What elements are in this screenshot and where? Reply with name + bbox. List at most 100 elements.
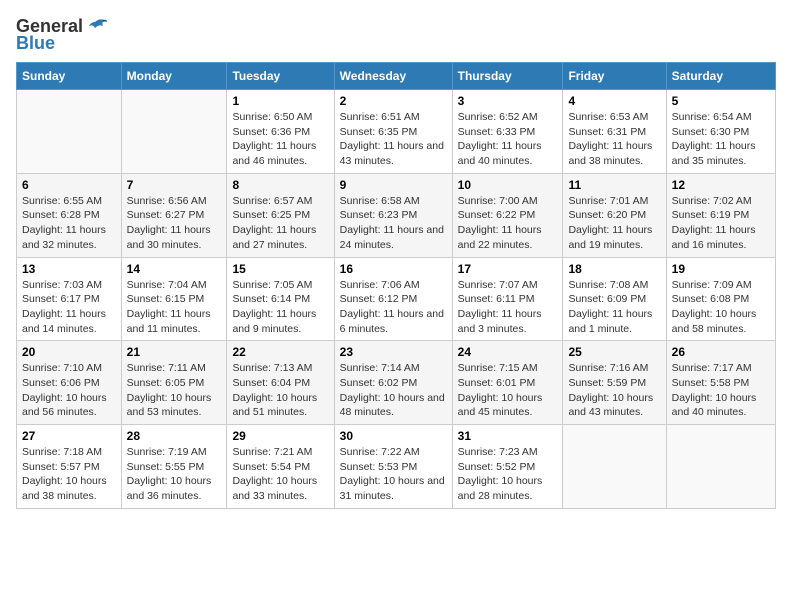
calendar-cell: 23Sunrise: 7:14 AMSunset: 6:02 PMDayligh… xyxy=(334,341,452,425)
day-number: 22 xyxy=(232,345,328,359)
day-info: Sunrise: 7:00 AMSunset: 6:22 PMDaylight:… xyxy=(458,194,558,253)
day-number: 23 xyxy=(340,345,447,359)
calendar-cell: 19Sunrise: 7:09 AMSunset: 6:08 PMDayligh… xyxy=(666,257,775,341)
day-info: Sunrise: 7:08 AMSunset: 6:09 PMDaylight:… xyxy=(568,278,660,337)
day-info: Sunrise: 6:51 AMSunset: 6:35 PMDaylight:… xyxy=(340,110,447,169)
day-number: 30 xyxy=(340,429,447,443)
calendar-cell: 7Sunrise: 6:56 AMSunset: 6:27 PMDaylight… xyxy=(121,173,227,257)
day-info: Sunrise: 6:52 AMSunset: 6:33 PMDaylight:… xyxy=(458,110,558,169)
day-number: 8 xyxy=(232,178,328,192)
day-number: 29 xyxy=(232,429,328,443)
calendar-cell: 3 Sunrise: 6:52 AMSunset: 6:33 PMDaylight… xyxy=(452,90,563,174)
day-number: 11 xyxy=(568,178,660,192)
calendar-cell: 22 Sunrise: 7:13 AMSunset: 6:04 PMDayligh… xyxy=(227,341,334,425)
day-number: 16 xyxy=(340,262,447,276)
calendar-cell: 24 Sunrise: 7:15 AMSunset: 6:01 PMDayligh… xyxy=(452,341,563,425)
day-info: Sunrise: 6:53 AMSunset: 6:31 PMDaylight:… xyxy=(568,110,660,169)
day-info: Sunrise: 7:13 AMSunset: 6:04 PMDaylight:… xyxy=(232,361,328,420)
header-wednesday: Wednesday xyxy=(334,63,452,90)
calendar-cell: 29 Sunrise: 7:21 AMSunset: 5:54 PMDayligh… xyxy=(227,425,334,509)
day-info: Sunrise: 7:16 AMSunset: 5:59 PMDaylight:… xyxy=(568,361,660,420)
day-number: 3 xyxy=(458,94,558,108)
day-info: Sunrise: 7:10 AMSunset: 6:06 PMDaylight:… xyxy=(22,361,116,420)
calendar-week-1: 1 Sunrise: 6:50 AMSunset: 6:36 PMDaylight… xyxy=(17,90,776,174)
day-number: 20 xyxy=(22,345,116,359)
calendar-week-5: 27Sunrise: 7:18 AMSunset: 5:57 PMDayligh… xyxy=(17,425,776,509)
header-saturday: Saturday xyxy=(666,63,775,90)
day-number: 4 xyxy=(568,94,660,108)
calendar-cell: 25 Sunrise: 7:16 AMSunset: 5:59 PMDayligh… xyxy=(563,341,666,425)
calendar-cell: 1 Sunrise: 6:50 AMSunset: 6:36 PMDaylight… xyxy=(227,90,334,174)
calendar-cell: 14Sunrise: 7:04 AMSunset: 6:15 PMDayligh… xyxy=(121,257,227,341)
day-number: 15 xyxy=(232,262,328,276)
calendar-cell: 9 Sunrise: 6:58 AMSunset: 6:23 PMDaylight… xyxy=(334,173,452,257)
calendar-table: SundayMondayTuesdayWednesdayThursdayFrid… xyxy=(16,62,776,509)
header-monday: Monday xyxy=(121,63,227,90)
calendar-cell: 26 Sunrise: 7:17 AMSunset: 5:58 PMDayligh… xyxy=(666,341,775,425)
calendar-cell: 15 Sunrise: 7:05 AMSunset: 6:14 PMDayligh… xyxy=(227,257,334,341)
day-number: 9 xyxy=(340,178,447,192)
calendar-cell: 11 Sunrise: 7:01 AMSunset: 6:20 PMDayligh… xyxy=(563,173,666,257)
day-info: Sunrise: 7:22 AMSunset: 5:53 PMDaylight:… xyxy=(340,445,447,504)
day-info: Sunrise: 6:57 AMSunset: 6:25 PMDaylight:… xyxy=(232,194,328,253)
calendar-cell xyxy=(666,425,775,509)
day-number: 24 xyxy=(458,345,558,359)
calendar-week-2: 6 Sunrise: 6:55 AMSunset: 6:28 PMDaylight… xyxy=(17,173,776,257)
calendar-cell: 2 Sunrise: 6:51 AMSunset: 6:35 PMDaylight… xyxy=(334,90,452,174)
day-number: 19 xyxy=(672,262,770,276)
header-sunday: Sunday xyxy=(17,63,122,90)
day-info: Sunrise: 7:19 AMSunset: 5:55 PMDaylight:… xyxy=(127,445,222,504)
header-tuesday: Tuesday xyxy=(227,63,334,90)
logo: General Blue xyxy=(16,16,107,54)
calendar-cell: 17 Sunrise: 7:07 AMSunset: 6:11 PMDayligh… xyxy=(452,257,563,341)
header-thursday: Thursday xyxy=(452,63,563,90)
day-info: Sunrise: 7:15 AMSunset: 6:01 PMDaylight:… xyxy=(458,361,558,420)
day-info: Sunrise: 7:17 AMSunset: 5:58 PMDaylight:… xyxy=(672,361,770,420)
day-number: 12 xyxy=(672,178,770,192)
day-number: 21 xyxy=(127,345,222,359)
day-number: 17 xyxy=(458,262,558,276)
day-info: Sunrise: 7:02 AMSunset: 6:19 PMDaylight:… xyxy=(672,194,770,253)
calendar-week-4: 20 Sunrise: 7:10 AMSunset: 6:06 PMDayligh… xyxy=(17,341,776,425)
calendar-cell: 28 Sunrise: 7:19 AMSunset: 5:55 PMDayligh… xyxy=(121,425,227,509)
day-number: 10 xyxy=(458,178,558,192)
day-number: 1 xyxy=(232,94,328,108)
day-number: 18 xyxy=(568,262,660,276)
calendar-header-row: SundayMondayTuesdayWednesdayThursdayFrid… xyxy=(17,63,776,90)
logo-blue: Blue xyxy=(16,33,55,54)
day-info: Sunrise: 6:50 AMSunset: 6:36 PMDaylight:… xyxy=(232,110,328,169)
calendar-cell: 16Sunrise: 7:06 AMSunset: 6:12 PMDayligh… xyxy=(334,257,452,341)
calendar-cell xyxy=(563,425,666,509)
day-number: 27 xyxy=(22,429,116,443)
day-info: Sunrise: 7:21 AMSunset: 5:54 PMDaylight:… xyxy=(232,445,328,504)
day-number: 5 xyxy=(672,94,770,108)
day-info: Sunrise: 6:55 AMSunset: 6:28 PMDaylight:… xyxy=(22,194,116,253)
calendar-week-3: 13Sunrise: 7:03 AMSunset: 6:17 PMDayligh… xyxy=(17,257,776,341)
logo-bird-icon xyxy=(85,18,107,36)
header-friday: Friday xyxy=(563,63,666,90)
calendar-cell: 20 Sunrise: 7:10 AMSunset: 6:06 PMDayligh… xyxy=(17,341,122,425)
day-number: 31 xyxy=(458,429,558,443)
day-info: Sunrise: 7:05 AMSunset: 6:14 PMDaylight:… xyxy=(232,278,328,337)
day-info: Sunrise: 7:07 AMSunset: 6:11 PMDaylight:… xyxy=(458,278,558,337)
day-number: 28 xyxy=(127,429,222,443)
calendar-cell: 10 Sunrise: 7:00 AMSunset: 6:22 PMDayligh… xyxy=(452,173,563,257)
calendar-cell: 6 Sunrise: 6:55 AMSunset: 6:28 PMDaylight… xyxy=(17,173,122,257)
calendar-cell: 12 Sunrise: 7:02 AMSunset: 6:19 PMDayligh… xyxy=(666,173,775,257)
day-number: 2 xyxy=(340,94,447,108)
day-number: 6 xyxy=(22,178,116,192)
day-info: Sunrise: 6:58 AMSunset: 6:23 PMDaylight:… xyxy=(340,194,447,253)
day-info: Sunrise: 7:01 AMSunset: 6:20 PMDaylight:… xyxy=(568,194,660,253)
calendar-cell: 8 Sunrise: 6:57 AMSunset: 6:25 PMDaylight… xyxy=(227,173,334,257)
day-info: Sunrise: 7:11 AMSunset: 6:05 PMDaylight:… xyxy=(127,361,222,420)
calendar-cell: 27Sunrise: 7:18 AMSunset: 5:57 PMDayligh… xyxy=(17,425,122,509)
day-number: 26 xyxy=(672,345,770,359)
day-number: 25 xyxy=(568,345,660,359)
calendar-cell: 18 Sunrise: 7:08 AMSunset: 6:09 PMDayligh… xyxy=(563,257,666,341)
day-info: Sunrise: 7:03 AMSunset: 6:17 PMDaylight:… xyxy=(22,278,116,337)
page-header: General Blue xyxy=(16,16,776,54)
calendar-cell: 13Sunrise: 7:03 AMSunset: 6:17 PMDayligh… xyxy=(17,257,122,341)
calendar-cell: 5 Sunrise: 6:54 AMSunset: 6:30 PMDaylight… xyxy=(666,90,775,174)
calendar-cell: 21 Sunrise: 7:11 AMSunset: 6:05 PMDayligh… xyxy=(121,341,227,425)
day-info: Sunrise: 6:54 AMSunset: 6:30 PMDaylight:… xyxy=(672,110,770,169)
